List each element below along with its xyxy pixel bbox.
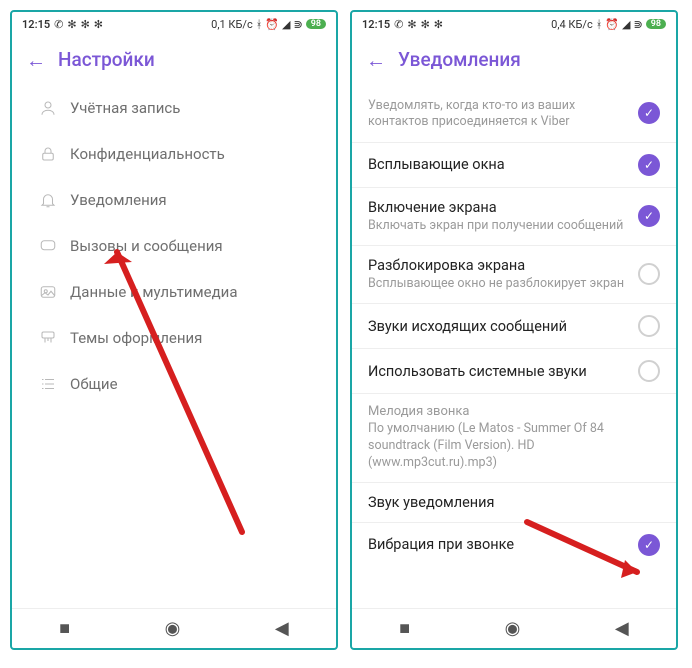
row-title: Всплывающие окна <box>368 156 630 173</box>
row-title: Звук уведомления <box>368 494 652 511</box>
row-outgoing-sounds[interactable]: Звуки исходящих сообщений <box>352 304 676 349</box>
back-icon[interactable]: ← <box>366 50 398 70</box>
menu-item-general[interactable]: Общие <box>12 361 336 407</box>
bluetooth-icon: ᚼ <box>256 18 263 31</box>
nav-back-icon[interactable]: ◀ <box>275 618 289 639</box>
ringtone-sub[interactable]: По умолчанию (Le Matos - Summer Of 84 so… <box>352 421 676 482</box>
settings-icon: ✻ <box>81 18 90 31</box>
row-sub: Всплывающее окно не разблокирует экран <box>368 276 630 292</box>
row-title: Включение экрана <box>368 199 630 216</box>
lock-icon <box>34 145 62 163</box>
nav-back-icon[interactable]: ◀ <box>615 618 629 639</box>
wifi-icon: ⋑ <box>633 18 642 31</box>
list-icon <box>34 375 62 393</box>
nav-home-icon[interactable]: ◉ <box>505 618 521 639</box>
menu-item-calls[interactable]: Вызовы и сообщения <box>12 223 336 269</box>
menu-label: Уведомления <box>62 191 167 209</box>
settings-menu: Учётная запись Конфиденциальность Уведом… <box>12 85 336 608</box>
battery-icon: 98 <box>306 19 326 29</box>
row-title: Разблокировка экрана <box>368 257 630 274</box>
nav-home-icon[interactable]: ◉ <box>165 618 181 639</box>
statusbar: 12:15 ✆ ✻ ✻ ✻ 0,1 КБ/с ᚼ ⏰ ◢ ⋑ 98 <box>12 12 336 36</box>
navbar: ■ ◉ ◀ <box>12 608 336 648</box>
row-vibrate-on-call[interactable]: Вибрация при звонке <box>352 523 676 567</box>
row-contact-joined[interactable]: Уведомлять, когда кто-то из ваших контак… <box>352 85 676 143</box>
toggle[interactable] <box>638 534 660 556</box>
navbar: ■ ◉ ◀ <box>352 608 676 648</box>
menu-item-themes[interactable]: Темы оформления <box>12 315 336 361</box>
whatsapp-icon: ✆ <box>394 18 403 31</box>
menu-label: Общие <box>62 375 118 393</box>
whatsapp-icon: ✆ <box>54 18 63 31</box>
row-sub: Включать экран при получении сообщений <box>368 218 630 234</box>
wifi-icon: ⋑ <box>293 18 302 31</box>
settings-icon: ✻ <box>94 18 103 31</box>
phone-left: 12:15 ✆ ✻ ✻ ✻ 0,1 КБ/с ᚼ ⏰ ◢ ⋑ 98 ← Наст… <box>10 10 338 650</box>
row-system-sounds[interactable]: Использовать системные звуки <box>352 349 676 394</box>
settings-icon: ✻ <box>434 18 443 31</box>
menu-item-account[interactable]: Учётная запись <box>12 85 336 131</box>
row-unlock-screen[interactable]: Разблокировка экрана Всплывающее окно не… <box>352 246 676 304</box>
menu-label: Темы оформления <box>62 329 202 347</box>
page-title: Уведомления <box>398 48 521 71</box>
row-wake-screen[interactable]: Включение экрана Включать экран при полу… <box>352 188 676 246</box>
menu-label: Учётная запись <box>62 99 180 117</box>
settings-icon: ✻ <box>421 18 430 31</box>
status-time: 12:15 <box>362 18 390 31</box>
row-popups[interactable]: Всплывающие окна <box>352 143 676 188</box>
bluetooth-icon: ᚼ <box>596 18 603 31</box>
nav-recents-icon[interactable]: ■ <box>59 618 70 639</box>
back-icon[interactable]: ← <box>26 50 58 70</box>
row-title: Вибрация при звонке <box>368 536 630 553</box>
row-title: Использовать системные звуки <box>368 363 630 380</box>
toggle[interactable] <box>638 315 660 337</box>
chat-icon <box>34 237 62 255</box>
menu-label: Вызовы и сообщения <box>62 237 223 255</box>
ringtone-header: Мелодия звонка <box>352 394 676 421</box>
toggle[interactable] <box>638 360 660 382</box>
user-icon <box>34 99 62 117</box>
battery-icon: 98 <box>646 19 666 29</box>
menu-label: Данные и мультимедиа <box>62 283 237 301</box>
brush-icon <box>34 329 62 347</box>
settings-icon: ✻ <box>407 18 416 31</box>
menu-item-notifications[interactable]: Уведомления <box>12 177 336 223</box>
page-title: Настройки <box>58 48 155 71</box>
menu-item-privacy[interactable]: Конфиденциальность <box>12 131 336 177</box>
toggle[interactable] <box>638 154 660 176</box>
media-icon <box>34 283 62 301</box>
statusbar: 12:15 ✆ ✻ ✻ ✻ 0,4 КБ/с ᚼ ⏰ ◢ ⋑ 98 <box>352 12 676 36</box>
status-time: 12:15 <box>22 18 50 31</box>
status-data: 0,4 КБ/с <box>551 18 593 31</box>
bell-icon <box>34 191 62 209</box>
menu-label: Конфиденциальность <box>62 145 225 163</box>
notifications-list: Уведомлять, когда кто-то из ваших контак… <box>352 85 676 608</box>
toggle[interactable] <box>638 263 660 285</box>
signal-icon: ◢ <box>282 18 290 31</box>
row-notification-sound[interactable]: Звук уведомления <box>352 482 676 523</box>
toggle[interactable] <box>638 205 660 227</box>
row-sub: Уведомлять, когда кто-то из ваших контак… <box>368 98 630 131</box>
nav-recents-icon[interactable]: ■ <box>399 618 410 639</box>
appbar: ← Настройки <box>12 36 336 85</box>
status-data: 0,1 КБ/с <box>211 18 253 31</box>
menu-item-media[interactable]: Данные и мультимедиа <box>12 269 336 315</box>
row-title: Звуки исходящих сообщений <box>368 318 630 335</box>
phone-right: 12:15 ✆ ✻ ✻ ✻ 0,4 КБ/с ᚼ ⏰ ◢ ⋑ 98 ← Увед… <box>350 10 678 650</box>
alarm-icon: ⏰ <box>265 18 279 31</box>
alarm-icon: ⏰ <box>605 18 619 31</box>
appbar: ← Уведомления <box>352 36 676 85</box>
signal-icon: ◢ <box>622 18 630 31</box>
toggle[interactable] <box>638 102 660 124</box>
settings-icon: ✻ <box>67 18 76 31</box>
